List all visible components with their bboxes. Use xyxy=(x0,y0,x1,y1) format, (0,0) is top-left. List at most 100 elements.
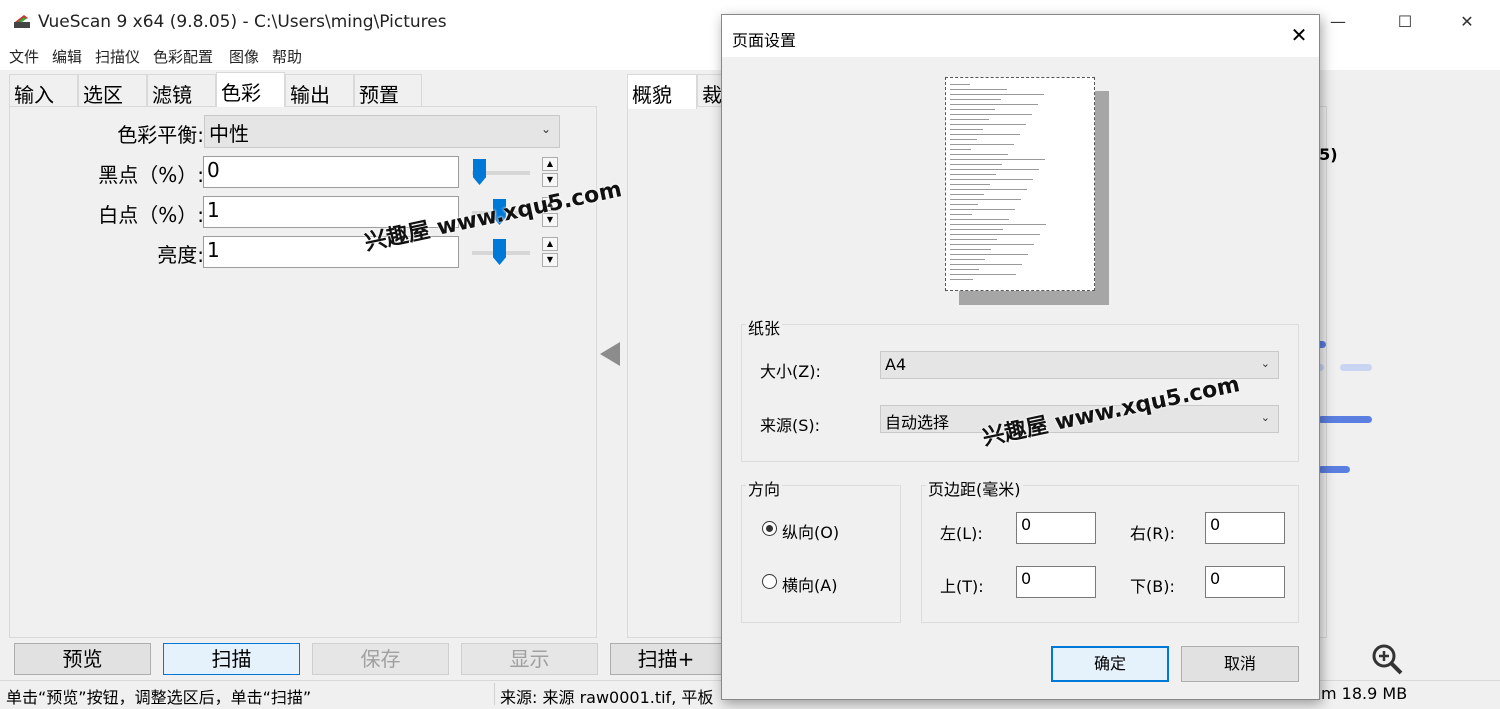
spin-up-icon[interactable]: ▲ xyxy=(542,157,558,171)
paper-text-line xyxy=(950,194,984,195)
show-button[interactable]: 显示 xyxy=(461,643,598,675)
scan-plus-button[interactable]: 扫描+ xyxy=(610,643,722,675)
brightness-spinner[interactable]: ▲ ▼ xyxy=(542,237,558,267)
margin-bottom-input[interactable]: 0 xyxy=(1205,566,1285,598)
paper-text-line xyxy=(950,114,1032,115)
black-point-input[interactable]: 0 xyxy=(203,156,459,188)
paper-text-line xyxy=(950,219,1009,220)
orientation-groupbox xyxy=(741,485,901,623)
tab-prefs[interactable]: 预置 xyxy=(354,74,422,107)
save-button[interactable]: 保存 xyxy=(312,643,449,675)
menu-scanner[interactable]: 扫描仪 xyxy=(95,46,140,67)
menu-color-profile[interactable]: 色彩配置 xyxy=(153,46,213,67)
paper-text-line xyxy=(950,254,1028,255)
tab-input[interactable]: 输入 xyxy=(9,74,78,107)
black-point-spinner[interactable]: ▲ ▼ xyxy=(542,157,558,187)
tab-output[interactable]: 输出 xyxy=(285,74,354,107)
paper-text-line xyxy=(950,164,1002,165)
dialog-title: 页面设置 xyxy=(732,31,797,50)
portrait-label[interactable]: 纵向(O) xyxy=(782,519,839,543)
chevron-down-icon: ⌄ xyxy=(1260,411,1270,424)
paper-text-line xyxy=(950,84,970,85)
paper-text-line xyxy=(950,214,972,215)
paper-text-line xyxy=(950,279,973,280)
menu-file[interactable]: 文件 xyxy=(9,46,39,67)
black-point-slider-thumb[interactable] xyxy=(473,159,486,185)
tab-filter[interactable]: 滤镜 xyxy=(147,74,216,107)
tab-selection[interactable]: 选区 xyxy=(78,74,147,107)
cancel-button[interactable]: 取消 xyxy=(1181,646,1299,682)
menu-image[interactable]: 图像 xyxy=(229,46,259,67)
margin-right-label: 右(R): xyxy=(1130,524,1175,543)
paper-text-line xyxy=(950,179,1033,180)
paper-preview xyxy=(945,77,1095,291)
paper-text-line xyxy=(950,229,1003,230)
chevron-down-icon: ⌄ xyxy=(1260,357,1270,370)
orientation-group-title: 方向 xyxy=(746,476,783,500)
paper-text-line xyxy=(950,174,996,175)
paper-text-line xyxy=(950,94,1044,95)
paper-text-line xyxy=(950,109,995,110)
menu-help[interactable]: 帮助 xyxy=(272,46,302,67)
paper-text-line xyxy=(950,154,1008,155)
margin-left-input[interactable]: 0 xyxy=(1016,512,1096,544)
paper-text-line xyxy=(950,189,1027,190)
status-size: m 18.9 MB xyxy=(1321,684,1408,703)
tab-color[interactable]: 色彩 xyxy=(216,72,285,107)
paper-size-label: 大小(Z): xyxy=(760,362,821,381)
margin-top-input[interactable]: 0 xyxy=(1016,566,1096,598)
dialog-title-bar: 页面设置 ✕ xyxy=(722,15,1319,57)
paper-source-value: 自动选择 xyxy=(885,413,950,432)
paper-text-line xyxy=(950,139,977,140)
paper-text-line xyxy=(950,274,1016,275)
window-title: VueScan 9 x64 (9.8.05) - C:\Users\ming\P… xyxy=(38,12,447,32)
paper-text-line xyxy=(950,209,1015,210)
menu-edit[interactable]: 编辑 xyxy=(52,46,82,67)
tab-overview[interactable]: 概貌 xyxy=(627,74,697,109)
color-balance-select[interactable]: 中性 ⌄ xyxy=(204,115,560,148)
close-window-button[interactable]: ✕ xyxy=(1447,12,1487,31)
paper-text-line xyxy=(950,89,1007,90)
preview-button[interactable]: 预览 xyxy=(14,643,151,675)
ok-button[interactable]: 确定 xyxy=(1051,646,1169,682)
paper-text-line xyxy=(950,169,1039,170)
paper-text-line xyxy=(950,119,989,120)
collapse-left-arrow-icon[interactable] xyxy=(598,340,622,368)
paper-size-value: A4 xyxy=(885,355,907,374)
paper-text-line xyxy=(950,239,997,240)
paper-text-line xyxy=(950,249,991,250)
paper-text-line xyxy=(950,134,1020,135)
paper-text-line xyxy=(950,129,983,130)
spin-down-icon[interactable]: ▼ xyxy=(542,253,558,267)
status-source: 来源: 来源 raw0001.tif, 平板 xyxy=(500,688,714,707)
scan-button[interactable]: 扫描 xyxy=(163,643,300,675)
margin-bottom-label: 下(B): xyxy=(1130,577,1175,596)
paper-text-line xyxy=(950,144,1014,145)
dialog-close-button[interactable]: ✕ xyxy=(1285,23,1313,47)
spin-up-icon[interactable]: ▲ xyxy=(542,237,558,251)
paper-text-line xyxy=(950,224,1046,225)
zoom-in-icon[interactable] xyxy=(1370,642,1404,676)
status-separator xyxy=(494,683,495,705)
black-point-label: 黑点（%）: xyxy=(98,163,204,187)
minimize-button[interactable]: — xyxy=(1318,12,1358,31)
paper-group-title: 纸张 xyxy=(746,315,783,339)
color-balance-value: 中性 xyxy=(209,122,249,146)
paper-text-line xyxy=(950,204,978,205)
paper-text-line xyxy=(950,159,1045,160)
chart-bar xyxy=(1340,364,1372,371)
chevron-down-icon: ⌄ xyxy=(540,122,551,136)
portrait-radio[interactable] xyxy=(762,521,777,536)
chart-bar xyxy=(1318,466,1350,473)
maximize-button[interactable]: ☐ xyxy=(1385,12,1425,31)
paper-text-line xyxy=(950,269,979,270)
color-balance-label: 色彩平衡: xyxy=(117,123,204,147)
paper-text-line xyxy=(950,149,971,150)
landscape-radio[interactable] xyxy=(762,574,777,589)
margins-groupbox xyxy=(921,485,1299,623)
brightness-slider-thumb[interactable] xyxy=(493,239,506,265)
landscape-label[interactable]: 横向(A) xyxy=(782,572,837,596)
page-setup-dialog: 页面设置 ✕ 纸张 大小(Z): A4 ⌄ 来源(S): 自动选择 ⌄ 方向 纵… xyxy=(721,14,1320,700)
paper-text-line xyxy=(950,244,1034,245)
margin-right-input[interactable]: 0 xyxy=(1205,512,1285,544)
